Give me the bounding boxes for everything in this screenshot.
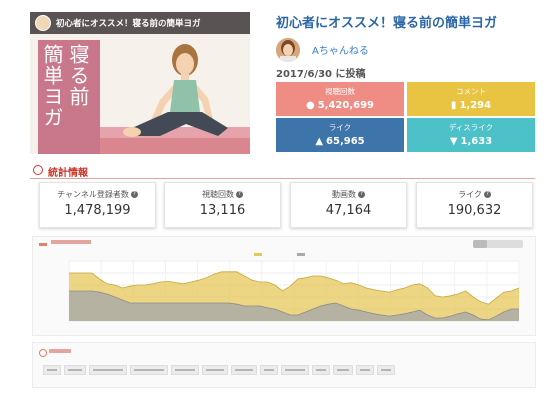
tag-chip[interactable]: [260, 365, 278, 375]
stats-divider: [30, 178, 535, 179]
help-icon[interactable]: ?: [130, 191, 138, 198]
metric-comments: コメント ▮ 1,294: [407, 82, 535, 116]
tag-icon: [39, 349, 47, 357]
thumbs-up-icon: ▲: [315, 136, 324, 147]
metric-likes: ライク ▲ 65,965: [276, 118, 404, 152]
tag-chip[interactable]: [231, 365, 257, 375]
history-chart: [68, 253, 520, 322]
tag-chip[interactable]: [202, 365, 228, 375]
stats-icon: [33, 165, 43, 175]
tags-panel-title: [49, 349, 71, 353]
stat-card-value: 47,164: [325, 203, 372, 218]
stat-card-subscribers: チャンネル登録者数? 1,478,199: [39, 182, 156, 228]
metric-views: 視聴回数 ● 5,420,699: [276, 82, 404, 116]
tags-panel: [32, 342, 536, 388]
help-icon[interactable]: ?: [358, 191, 365, 198]
tag-chip[interactable]: [333, 365, 353, 375]
thumbnail-text-overlay: 簡単ヨガ 寝る前: [38, 40, 100, 154]
yoga-illustration: [90, 32, 250, 154]
stat-card-label: チャンネル登録者数: [57, 190, 129, 199]
tag-chip[interactable]: [312, 365, 330, 375]
metric-likes-label: ライク: [328, 123, 352, 132]
overlay-text-left: 簡単ヨガ: [40, 44, 64, 128]
chart-range-toggle-active[interactable]: [473, 240, 487, 248]
chart-legend-marker: [297, 253, 305, 256]
metric-views-label: 視聴回数: [325, 87, 355, 96]
metric-dislikes-value: 1,633: [460, 136, 493, 147]
avatar-icon: [276, 38, 300, 62]
video-title[interactable]: 初心者にオススメ！寝る前の簡単ヨガ: [276, 12, 497, 31]
video-thumbnail[interactable]: 簡単ヨガ 寝る前 初心者にオススメ！寝る前の簡単ヨガ: [30, 12, 250, 154]
metric-dislikes-label: ディスライク: [448, 123, 494, 132]
metric-dislikes: ディスライク ▼ 1,633: [407, 118, 535, 152]
metric-comments-label: コメント: [456, 87, 486, 96]
channel-name-link[interactable]: Aちゃんねる: [312, 42, 369, 57]
stat-card-value: 190,632: [447, 203, 502, 218]
stat-card-label: ライク: [458, 190, 482, 199]
thumbnail-title: 初心者にオススメ！寝る前の簡単ヨガ: [56, 19, 201, 29]
stat-card-value: 1,478,199: [64, 203, 131, 218]
stat-card-views: 視聴回数? 13,116: [164, 182, 281, 228]
thumbs-down-icon: ▼: [449, 136, 458, 147]
stat-card-label: 視聴回数: [202, 190, 234, 199]
posted-date: 2017/6/30 に投稿: [276, 69, 366, 80]
tag-chip[interactable]: [356, 365, 374, 375]
stats-section-title: 統計情報: [48, 168, 88, 179]
tag-chip[interactable]: [43, 365, 61, 375]
metric-comments-value: 1,294: [459, 100, 492, 111]
metric-likes-value: 65,965: [326, 136, 365, 147]
chart-legend-marker: [254, 253, 262, 256]
comment-icon: ▮: [450, 100, 457, 111]
stat-card-value: 13,116: [199, 203, 246, 218]
help-icon[interactable]: ?: [483, 191, 491, 198]
stat-card-video-count: 動画数? 47,164: [290, 182, 407, 228]
tag-chip[interactable]: [130, 365, 168, 375]
chart-panel-icon: [39, 243, 47, 246]
stat-card-likes: ライク? 190,632: [416, 182, 533, 228]
channel-avatar[interactable]: [276, 38, 300, 62]
thumbnail-title-bar: 初心者にオススメ！寝る前の簡単ヨガ: [30, 12, 250, 34]
user-icon: ●: [305, 100, 315, 111]
metric-views-value: 5,420,699: [317, 100, 375, 111]
help-icon[interactable]: ?: [236, 191, 243, 198]
overlay-text-right: 寝る前: [66, 44, 90, 107]
tag-chip[interactable]: [89, 365, 127, 375]
tag-chip[interactable]: [171, 365, 199, 375]
tag-chip[interactable]: [281, 365, 309, 375]
tag-chip[interactable]: [377, 365, 395, 375]
tag-chip[interactable]: [64, 365, 86, 375]
stat-card-label: 動画数: [332, 190, 356, 199]
thumbnail-channel-avatar: [35, 15, 51, 31]
chart-panel-title: [51, 240, 91, 244]
history-chart-panel: [32, 236, 536, 336]
